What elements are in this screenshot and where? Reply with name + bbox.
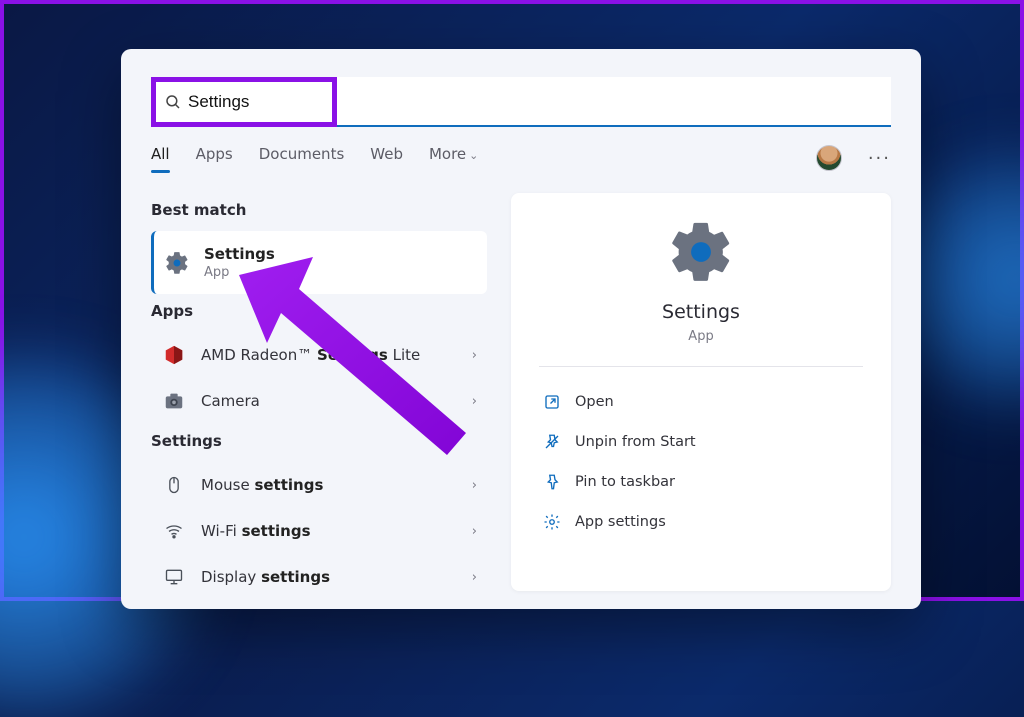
chevron-right-icon: › (472, 570, 477, 585)
search-bar (121, 49, 921, 127)
action-appsettings-label: App settings (575, 514, 666, 530)
preview-title: Settings (662, 301, 740, 323)
gear-icon (164, 250, 190, 276)
results-area: Best match Settings App Apps (121, 171, 921, 591)
section-settings: Settings (151, 432, 487, 450)
result-wifi-settings[interactable]: Wi-Fi settings › (151, 508, 487, 554)
result-display-settings[interactable]: Display settings › (151, 554, 487, 600)
pin-icon (543, 473, 561, 491)
best-match-subtitle: App (204, 265, 275, 280)
result-mouse-settings[interactable]: Mouse settings › (151, 462, 487, 508)
gear-small-icon (543, 513, 561, 531)
camera-icon (161, 388, 187, 414)
chevron-right-icon: › (472, 478, 477, 493)
mouse-icon (161, 472, 187, 498)
monitor-icon (161, 564, 187, 590)
tab-documents[interactable]: Documents (259, 145, 345, 171)
unpin-icon (543, 433, 561, 451)
open-icon (543, 393, 561, 411)
tab-more[interactable]: More⌄ (429, 145, 478, 171)
tab-all[interactable]: All (151, 145, 170, 171)
action-unpin-start[interactable]: Unpin from Start (539, 425, 863, 459)
amd-icon (161, 342, 187, 368)
chevron-right-icon: › (472, 348, 477, 363)
result-camera-label: Camera (201, 392, 260, 410)
chevron-down-icon: ⌄ (469, 149, 478, 162)
tab-apps[interactable]: Apps (196, 145, 233, 171)
action-app-settings[interactable]: App settings (539, 505, 863, 539)
best-match-settings[interactable]: Settings App (151, 231, 487, 294)
result-camera[interactable]: Camera › (151, 378, 487, 424)
preview-card: Settings App Open Unpin from Start Pin t… (511, 193, 891, 591)
section-best-match: Best match (151, 201, 487, 219)
overflow-menu-button[interactable]: ··· (868, 148, 891, 169)
filter-tabs: All Apps Documents Web More⌄ ··· (121, 127, 921, 171)
action-open[interactable]: Open (539, 385, 863, 419)
best-match-title: Settings (204, 245, 275, 263)
results-left-column: Best match Settings App Apps (151, 193, 487, 591)
action-pin-taskbar[interactable]: Pin to taskbar (539, 465, 863, 499)
result-amd-label: AMD Radeon™ Settings Lite (201, 346, 420, 364)
action-open-label: Open (575, 394, 614, 410)
result-wifi-label: Wi-Fi settings (201, 522, 311, 540)
preview-header: Settings App (539, 217, 863, 367)
gear-icon (666, 217, 736, 287)
result-mouse-label: Mouse settings (201, 476, 323, 494)
preview-column: Settings App Open Unpin from Start Pin t… (511, 193, 891, 591)
search-icon (164, 93, 182, 111)
user-avatar[interactable] (816, 145, 842, 171)
action-unpin-label: Unpin from Start (575, 434, 696, 450)
chevron-right-icon: › (472, 524, 477, 539)
action-list: Open Unpin from Start Pin to taskbar App… (539, 385, 863, 539)
action-pin-label: Pin to taskbar (575, 474, 675, 490)
section-apps: Apps (151, 302, 487, 320)
wifi-icon (161, 518, 187, 544)
search-highlight (151, 77, 337, 127)
search-input-extension[interactable] (337, 77, 891, 127)
tab-more-label: More (429, 145, 466, 163)
start-search-panel: All Apps Documents Web More⌄ ··· Best ma… (121, 49, 921, 609)
tab-web[interactable]: Web (370, 145, 403, 171)
preview-subtitle: App (688, 329, 713, 344)
result-display-label: Display settings (201, 568, 330, 586)
result-amd-radeon[interactable]: AMD Radeon™ Settings Lite › (151, 332, 487, 378)
chevron-right-icon: › (472, 394, 477, 409)
